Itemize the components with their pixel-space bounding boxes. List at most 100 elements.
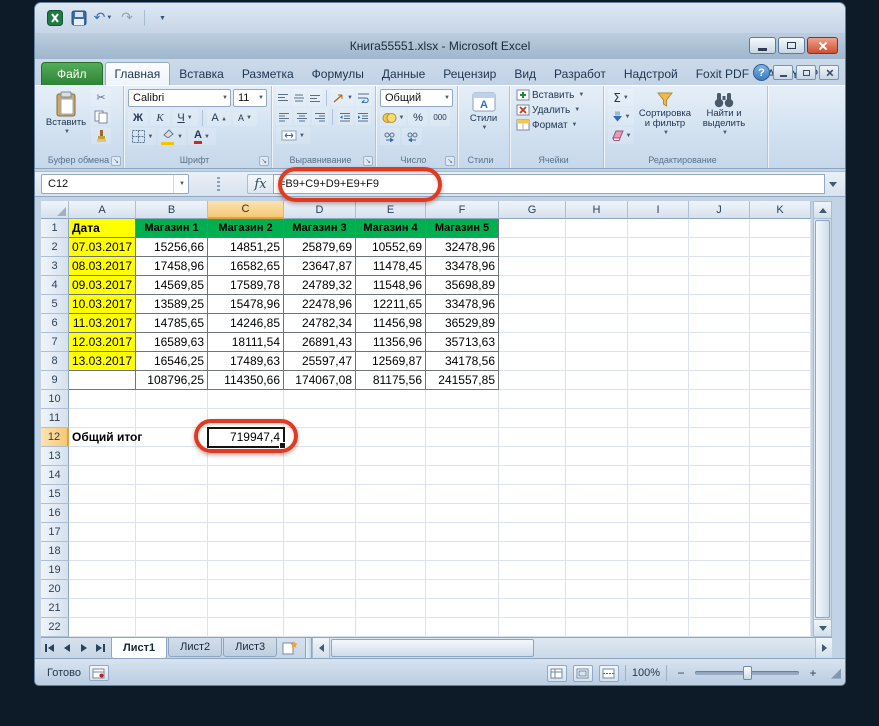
cell-G11[interactable] <box>499 409 566 428</box>
cell-A16[interactable] <box>69 504 136 523</box>
cell-C18[interactable] <box>208 542 284 561</box>
cell-B7[interactable]: 16589,63 <box>136 333 208 352</box>
formula-bar-handle[interactable] <box>189 177 247 191</box>
cell-J9[interactable] <box>689 371 750 390</box>
cell-K3[interactable] <box>750 257 811 276</box>
cell-F6[interactable]: 36529,89 <box>426 314 499 333</box>
cell-D20[interactable] <box>284 580 356 599</box>
cell-A5[interactable]: 10.03.2017 <box>69 295 136 314</box>
cell-G9[interactable] <box>499 371 566 390</box>
cell-E7[interactable]: 11356,96 <box>356 333 426 352</box>
cell-D13[interactable] <box>284 447 356 466</box>
cell-C1[interactable]: Магазин 2 <box>208 219 284 238</box>
tab-7[interactable]: Вид <box>505 62 545 85</box>
tab-1[interactable]: Главная <box>104 62 171 85</box>
find-select-button[interactable]: Найти и выделить ▼ <box>696 89 752 154</box>
cell-A18[interactable] <box>69 542 136 561</box>
cell-J5[interactable] <box>689 295 750 314</box>
tab-5[interactable]: Данные <box>373 62 434 85</box>
cell-D12[interactable] <box>284 428 356 447</box>
col-header-I[interactable]: I <box>628 201 689 219</box>
cell-G8[interactable] <box>499 352 566 371</box>
cell-H6[interactable] <box>566 314 628 333</box>
font-dialog-launcher[interactable]: ↘ <box>259 156 269 166</box>
row-header-13[interactable]: 13 <box>41 447 69 466</box>
cell-G10[interactable] <box>499 390 566 409</box>
cell-F20[interactable] <box>426 580 499 599</box>
cell-I20[interactable] <box>628 580 689 599</box>
cell-J21[interactable] <box>689 599 750 618</box>
cell-K5[interactable] <box>750 295 811 314</box>
cell-H3[interactable] <box>566 257 628 276</box>
cell-G13[interactable] <box>499 447 566 466</box>
cell-E3[interactable]: 11478,45 <box>356 257 426 276</box>
cell-F4[interactable]: 35698,89 <box>426 276 499 295</box>
align-bottom-button[interactable] <box>308 89 323 106</box>
cell-I8[interactable] <box>628 352 689 371</box>
cell-F16[interactable] <box>426 504 499 523</box>
cell-A9[interactable] <box>69 371 136 390</box>
cell-J14[interactable] <box>689 466 750 485</box>
cell-D15[interactable] <box>284 485 356 504</box>
cut-button[interactable]: ✂ <box>91 89 111 106</box>
cell-C2[interactable]: 14851,25 <box>208 238 284 257</box>
page-break-view-button[interactable] <box>598 664 619 682</box>
cell-B18[interactable] <box>136 542 208 561</box>
customize-qat-icon[interactable]: ▼ <box>152 8 172 28</box>
minimize-button[interactable] <box>749 37 776 54</box>
cell-J2[interactable] <box>689 238 750 257</box>
cell-E2[interactable]: 10552,69 <box>356 238 426 257</box>
row-header-4[interactable]: 4 <box>41 276 69 295</box>
cell-F9[interactable]: 241557,85 <box>426 371 499 390</box>
cell-E15[interactable] <box>356 485 426 504</box>
cell-A11[interactable] <box>69 409 136 428</box>
cell-A2[interactable]: 07.03.2017 <box>69 238 136 257</box>
formula-input[interactable]: =B9+C9+D9+E9+F9 <box>273 174 825 194</box>
cell-H2[interactable] <box>566 238 628 257</box>
cell-H9[interactable] <box>566 371 628 390</box>
redo-icon[interactable]: ↷ <box>117 8 137 28</box>
cell-K1[interactable] <box>750 219 811 238</box>
cell-J19[interactable] <box>689 561 750 580</box>
increase-indent-button[interactable] <box>354 108 372 125</box>
cell-I4[interactable] <box>628 276 689 295</box>
record-macro-button[interactable] <box>88 665 109 681</box>
cell-J17[interactable] <box>689 523 750 542</box>
resize-grip-icon[interactable]: ◢ <box>831 666 841 681</box>
tab-9[interactable]: Надстрой <box>615 62 687 85</box>
name-box[interactable]: C12 ▼ <box>41 174 189 194</box>
cell-F14[interactable] <box>426 466 499 485</box>
cell-I22[interactable] <box>628 618 689 637</box>
cell-B14[interactable] <box>136 466 208 485</box>
row-header-14[interactable]: 14 <box>41 466 69 485</box>
align-left-button[interactable] <box>276 108 293 125</box>
cell-C12[interactable]: 719947,4 <box>208 428 284 447</box>
cell-G20[interactable] <box>499 580 566 599</box>
row-header-8[interactable]: 8 <box>41 352 69 371</box>
cell-C9[interactable]: 114350,66 <box>208 371 284 390</box>
cell-I18[interactable] <box>628 542 689 561</box>
increase-decimal-button[interactable] <box>380 128 400 145</box>
cell-J7[interactable] <box>689 333 750 352</box>
vertical-scrollbar[interactable] <box>813 201 832 637</box>
cell-F8[interactable]: 34178,56 <box>426 352 499 371</box>
clear-button[interactable]: ▼ <box>608 127 634 144</box>
cell-B3[interactable]: 17458,96 <box>136 257 208 276</box>
cell-D18[interactable] <box>284 542 356 561</box>
cell-H16[interactable] <box>566 504 628 523</box>
normal-view-button[interactable] <box>546 664 567 682</box>
cell-B16[interactable] <box>136 504 208 523</box>
cell-H20[interactable] <box>566 580 628 599</box>
cell-H1[interactable] <box>566 219 628 238</box>
cell-B17[interactable] <box>136 523 208 542</box>
cell-K6[interactable] <box>750 314 811 333</box>
scroll-right-button[interactable] <box>815 638 832 658</box>
fill-color-button[interactable]: ▼ <box>158 128 186 145</box>
styles-button[interactable]: А Стили ▼ <box>462 89 505 154</box>
col-header-C[interactable]: C <box>208 201 284 219</box>
scroll-left-button[interactable] <box>313 638 331 658</box>
cell-E13[interactable] <box>356 447 426 466</box>
cell-B4[interactable]: 14569,85 <box>136 276 208 295</box>
cell-E5[interactable]: 12211,65 <box>356 295 426 314</box>
cell-I3[interactable] <box>628 257 689 276</box>
